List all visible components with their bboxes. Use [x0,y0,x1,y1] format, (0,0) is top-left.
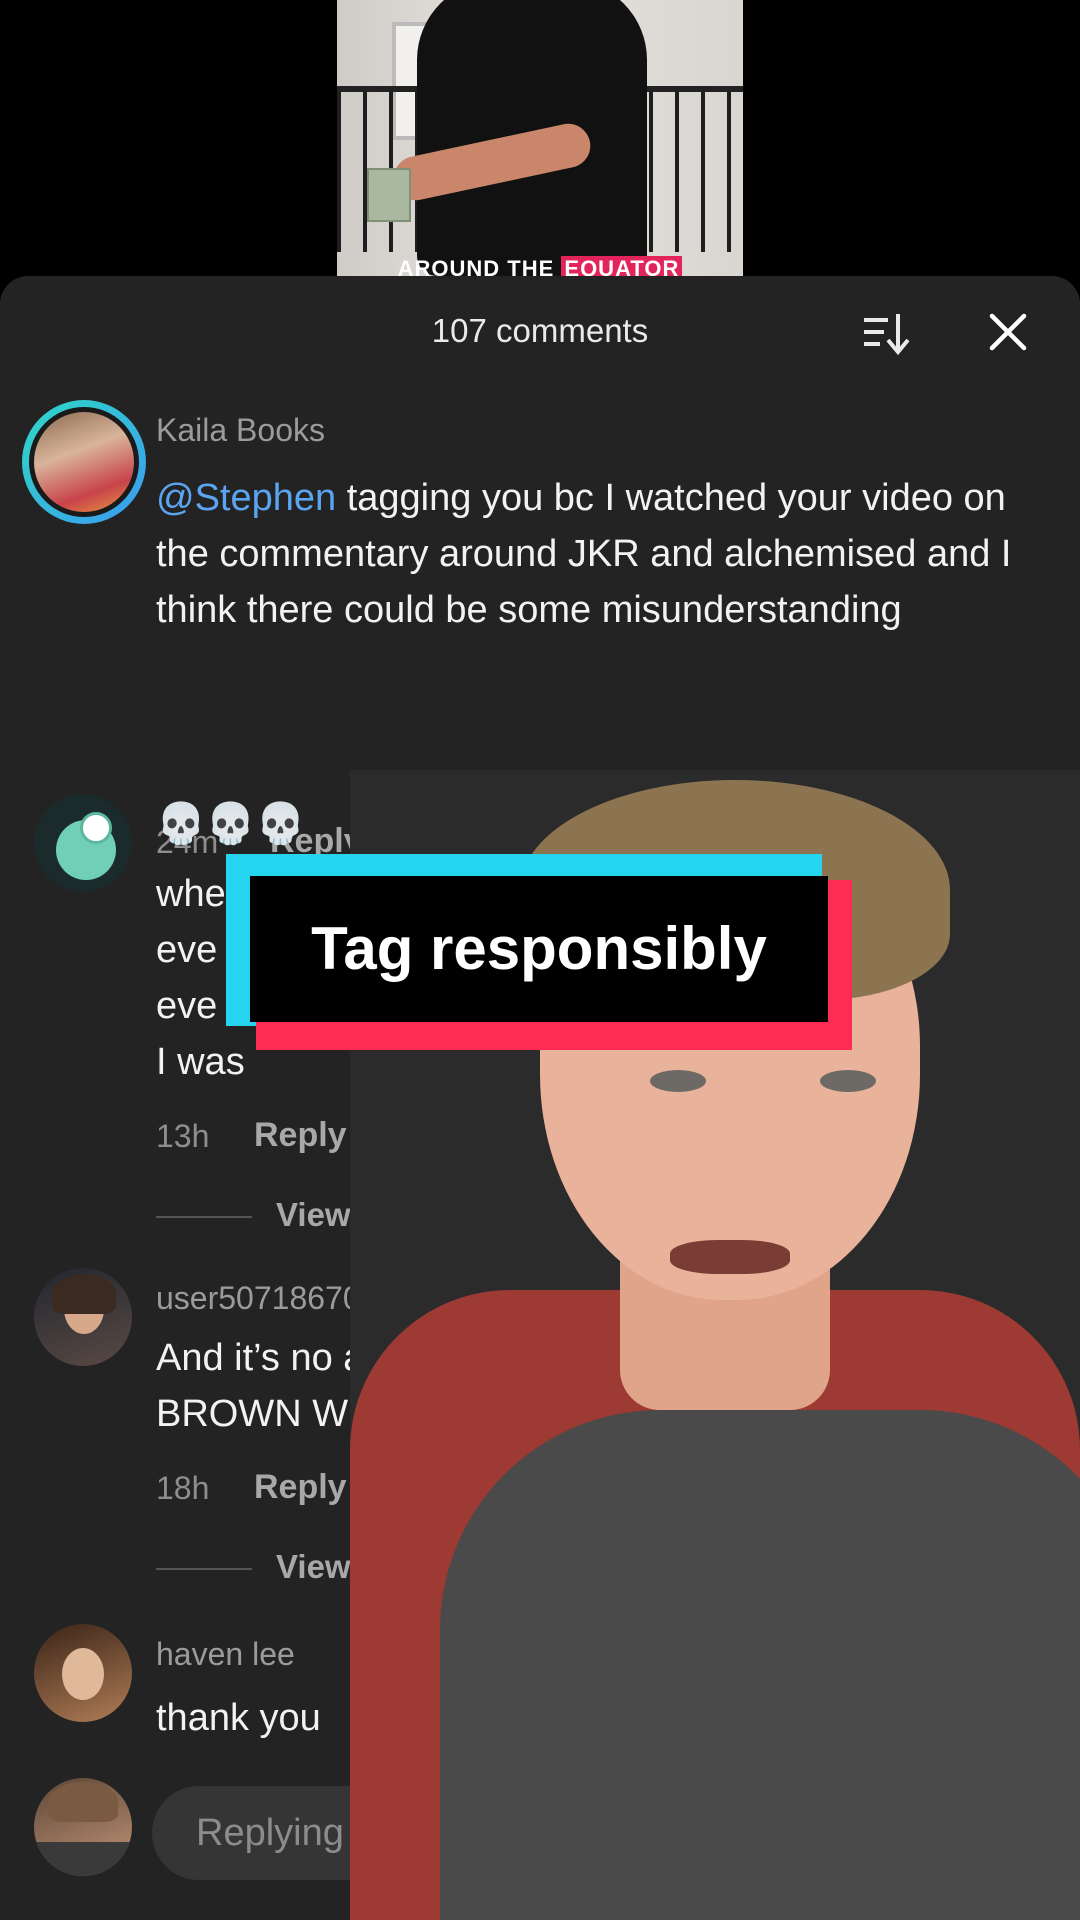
video-caption-text: AROUND THE [397,256,562,276]
video-thumbnail[interactable]: AROUND THE EQUATOR [337,0,743,276]
view-replies-button[interactable]: View 2 [156,1548,378,1586]
mention-link[interactable]: @Stephen [156,477,336,519]
avatar-ring[interactable] [22,400,146,524]
video-caption: AROUND THE EQUATOR [337,256,743,276]
avatar [34,412,134,512]
comment-time: 18h [156,1470,210,1506]
comment-emoji: 💀💀💀 [156,802,306,846]
comment-time: 13h [156,1118,210,1154]
sticker-text: Tag responsibly [311,915,767,982]
divider [156,1216,252,1219]
avatar[interactable] [34,794,132,892]
comments-count-title: 107 comments [431,312,649,349]
reply-button[interactable]: Reply [254,1468,347,1507]
video-caption-highlight: EQUATOR [561,256,683,276]
webcam-blanket [440,1410,1080,1920]
current-user-avatar[interactable] [34,1778,132,1876]
divider [156,1568,252,1571]
comments-header: 107 comments [0,276,1080,386]
webcam-mouth [670,1240,790,1274]
reply-button[interactable]: Reply [254,1116,347,1155]
comment-text: @Stephen tagging you bc I watched your v… [156,470,1036,638]
comment-item: Kaila Books @Stephen tagging you bc I wa… [0,392,1080,867]
avatar[interactable] [34,1268,132,1366]
dollar-bill [367,168,411,222]
comment-username[interactable]: Kaila Books [156,412,325,449]
webcam-eye [820,1070,876,1092]
sort-icon[interactable] [862,310,912,356]
webcam-eye [650,1070,706,1092]
caption-sticker: Tag responsibly [226,854,852,1050]
close-icon[interactable] [986,310,1030,354]
comment-username[interactable]: haven lee [156,1636,295,1673]
avatar[interactable] [34,1624,132,1722]
